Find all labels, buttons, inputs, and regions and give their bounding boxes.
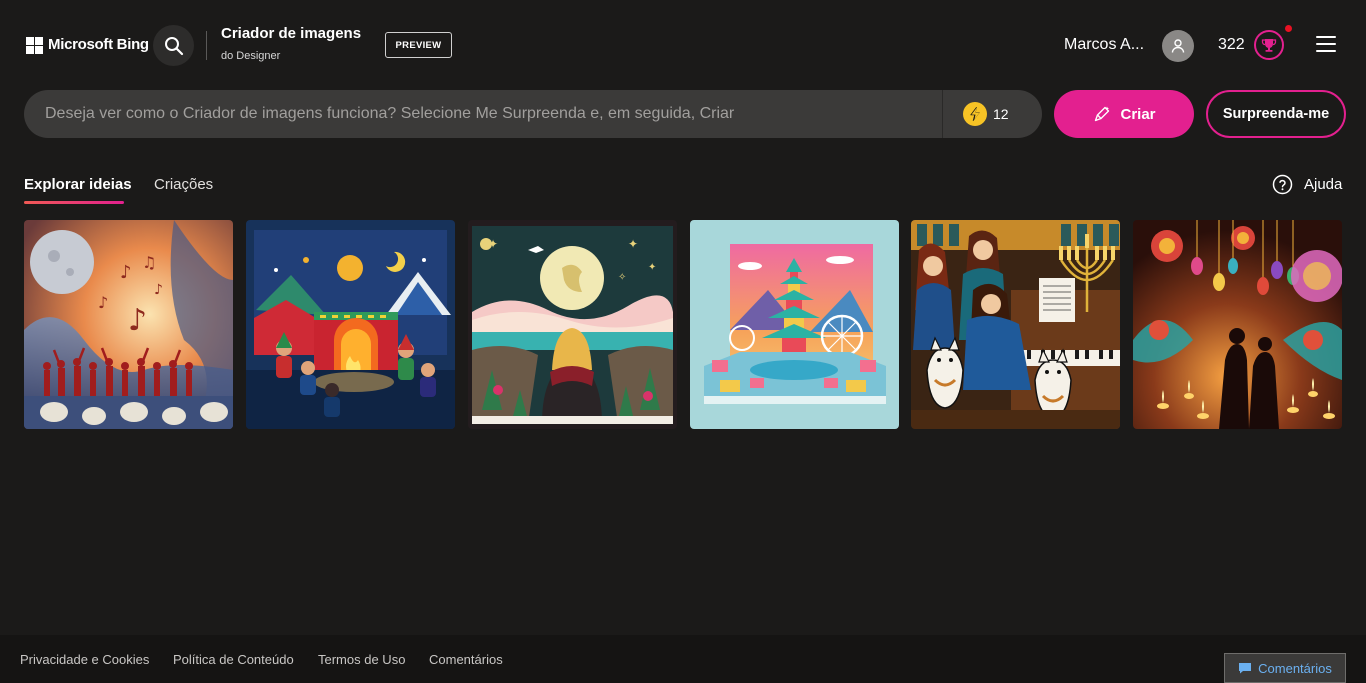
image-thumbnail xyxy=(690,220,899,429)
svg-text:♪: ♪ xyxy=(120,262,132,283)
gallery-image-3[interactable]: ✦ ✦ ✦ ✧ xyxy=(468,220,677,429)
tab-creations[interactable]: Criações xyxy=(154,176,213,193)
trophy-icon xyxy=(1261,39,1277,52)
boost-icon[interactable] xyxy=(963,102,987,126)
image-thumbnail xyxy=(1133,220,1342,429)
microsoft-logo-icon[interactable] xyxy=(26,37,43,54)
feedback-button[interactable]: Comentários xyxy=(1224,653,1346,683)
footer-link-terms[interactable]: Termos de Uso xyxy=(318,652,405,667)
svg-text:✦: ✦ xyxy=(628,237,638,251)
top-header: Microsoft Bing Criador de imagens do Des… xyxy=(0,0,1366,90)
user-name[interactable]: Marcos A... xyxy=(1064,36,1144,54)
svg-text:♪: ♪ xyxy=(154,282,163,298)
svg-text:✧: ✧ xyxy=(618,272,626,283)
rewards-button[interactable] xyxy=(1254,30,1284,60)
gallery-image-5[interactable] xyxy=(911,220,1120,429)
user-icon xyxy=(1171,39,1185,53)
prompt-separator xyxy=(942,90,943,138)
feedback-label: Comentários xyxy=(1258,660,1332,676)
rewards-points[interactable]: 322 xyxy=(1218,36,1245,54)
boost-count: 12 xyxy=(993,106,1009,122)
image-thumbnail xyxy=(246,220,455,429)
tab-explore-ideas[interactable]: Explorar ideias xyxy=(24,176,132,193)
gallery-image-6[interactable] xyxy=(1133,220,1342,429)
footer-link-content-policy[interactable]: Política de Conteúdo xyxy=(173,652,294,667)
hamburger-menu-icon[interactable] xyxy=(1314,36,1338,54)
gallery-image-2[interactable] xyxy=(246,220,455,429)
help-button[interactable]: Ajuda xyxy=(1272,174,1342,195)
image-thumbnail xyxy=(911,220,1120,429)
chat-icon xyxy=(1239,663,1252,674)
notification-dot xyxy=(1285,25,1292,32)
create-brush-icon xyxy=(1095,106,1110,122)
avatar[interactable] xyxy=(1162,30,1194,62)
app-title[interactable]: Criador de imagens xyxy=(221,25,361,42)
svg-text:♪: ♪ xyxy=(98,293,108,312)
footer-link-privacy[interactable]: Privacidade e Cookies xyxy=(20,652,149,667)
search-icon xyxy=(164,36,183,55)
create-button[interactable]: Criar xyxy=(1054,90,1194,138)
app-subtitle: do Designer xyxy=(221,50,281,62)
gallery-image-4[interactable] xyxy=(690,220,899,429)
image-thumbnail: ♪ ♫ ♪ ♪ ♪ xyxy=(24,220,233,429)
search-button[interactable] xyxy=(153,25,194,66)
gallery-image-1[interactable]: ♪ ♫ ♪ ♪ ♪ xyxy=(24,220,233,429)
help-label: Ajuda xyxy=(1304,176,1343,193)
active-tab-indicator xyxy=(24,201,124,204)
footer-link-feedback[interactable]: Comentários xyxy=(429,652,503,667)
footer: Privacidade e Cookies Política de Conteú… xyxy=(0,635,1366,683)
image-thumbnail: ✦ ✦✦✧ xyxy=(468,220,677,429)
svg-text:✦: ✦ xyxy=(648,262,656,273)
brand-name[interactable]: Microsoft Bing xyxy=(48,36,149,53)
svg-text:♫: ♫ xyxy=(142,253,156,272)
svg-text:♪: ♪ xyxy=(128,303,147,338)
help-icon xyxy=(1272,174,1293,195)
prompt-bar: 12 xyxy=(24,90,1042,138)
surprise-me-button[interactable]: Surpreenda-me xyxy=(1206,90,1346,138)
preview-badge: PREVIEW xyxy=(385,32,452,58)
prompt-input[interactable] xyxy=(45,90,935,138)
header-divider xyxy=(206,31,207,60)
create-label: Criar xyxy=(1120,105,1156,123)
